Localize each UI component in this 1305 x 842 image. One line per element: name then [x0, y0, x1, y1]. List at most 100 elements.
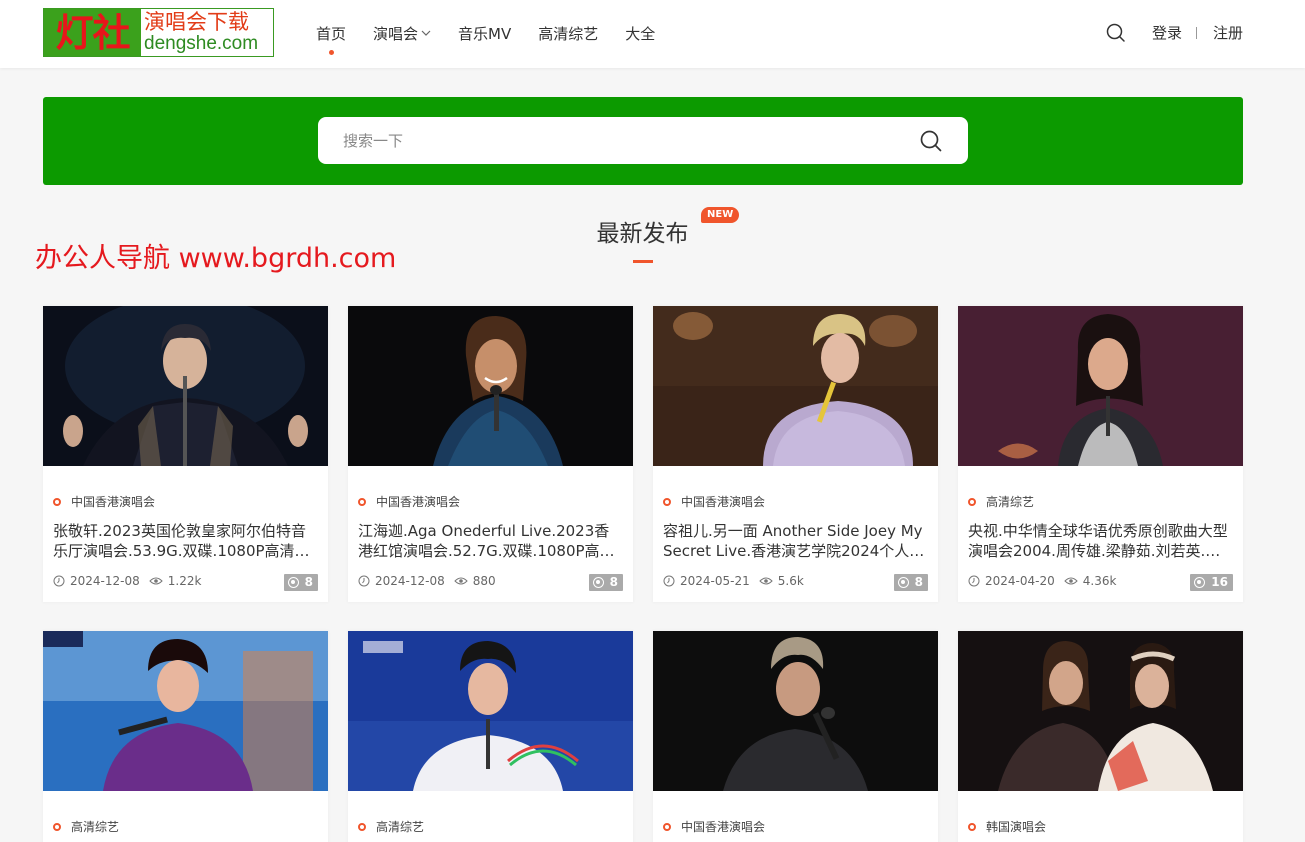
post-meta: 2024-12-08 880: [358, 574, 496, 588]
category-label: 中国香港演唱会: [71, 495, 156, 509]
post-meta: 2024-05-21 5.6k: [663, 574, 804, 588]
active-indicator: [329, 50, 334, 55]
chevron-down-icon: [421, 1, 431, 67]
views-count: 1.22k: [167, 574, 202, 588]
search-icon[interactable]: [1106, 23, 1126, 43]
eye-icon: [454, 577, 468, 585]
views-count: 880: [472, 574, 496, 588]
eye-icon: [149, 577, 163, 585]
post-card[interactable]: 中国香港演唱会 容祖儿.另一面 Another Side Joey My Sec…: [653, 306, 938, 602]
nav-item-music-mv[interactable]: 音乐MV: [458, 0, 511, 68]
post-thumbnail[interactable]: [653, 306, 938, 466]
post-card[interactable]: 高清综艺: [43, 631, 328, 842]
search-icon[interactable]: [919, 129, 943, 153]
logo-url: dengshe.com: [144, 33, 259, 54]
site-logo[interactable]: 灯社 演唱会下载 dengshe.com: [43, 8, 274, 57]
login-link[interactable]: 登录: [1152, 23, 1182, 43]
post-title[interactable]: 容祖儿.另一面 Another Side Joey My Secret Live…: [663, 521, 928, 563]
nav-item-label: 高清综艺: [538, 25, 599, 43]
logo-text-block: 演唱会下载 dengshe.com: [141, 9, 273, 56]
post-card[interactable]: 高清综艺 央视.中华情全球华语优秀原创歌曲大型演唱会2004.周传雄.梁静茹.刘…: [958, 306, 1243, 602]
category-dot-icon: [968, 497, 976, 506]
post-title[interactable]: 江海迦.Aga Onederful Live.2023香港红馆演唱会.52.7G…: [358, 521, 623, 563]
post-views: 5.6k: [759, 574, 804, 588]
post-category[interactable]: 高清综艺: [358, 818, 424, 835]
search-input[interactable]: [318, 117, 908, 164]
nav-item-label: 大全: [625, 25, 656, 43]
nav-item-label: 音乐MV: [458, 25, 512, 43]
badge-count: 16: [1211, 575, 1228, 589]
category-dot-icon: [358, 497, 366, 506]
post-card[interactable]: 中国香港演唱会 江海迦.Aga Onederful Live.2023香港红馆演…: [348, 306, 633, 602]
disc-icon: [592, 577, 604, 588]
logo-subtitle: 演唱会下载: [144, 10, 249, 34]
nav-item-label: 演唱会: [373, 25, 419, 43]
post-thumbnail[interactable]: [958, 306, 1243, 466]
views-count: 5.6k: [777, 574, 804, 588]
search-box: [318, 117, 968, 164]
clock-icon: [968, 575, 980, 587]
post-thumbnail[interactable]: [348, 306, 633, 466]
post-card[interactable]: 高清综艺: [348, 631, 633, 842]
badge-count: 8: [609, 575, 618, 589]
clock-icon: [53, 575, 65, 587]
category-dot-icon: [968, 822, 976, 831]
post-date: 2024-05-21: [680, 574, 750, 588]
post-thumbnail[interactable]: [348, 631, 633, 791]
category-label: 高清综艺: [71, 820, 120, 834]
category-label: 中国香港演唱会: [681, 495, 766, 509]
title-underline: [633, 260, 653, 263]
category-label: 高清综艺: [986, 495, 1035, 509]
post-category[interactable]: 中国香港演唱会: [358, 493, 460, 510]
post-thumbnail[interactable]: [43, 306, 328, 466]
post-category[interactable]: 韩国演唱会: [968, 818, 1046, 835]
download-count-badge: 8: [893, 574, 928, 591]
post-date: 2024-12-08: [375, 574, 445, 588]
post-card[interactable]: 中国香港演唱会 张敬轩.2023英国伦敦皇家阿尔伯特音乐厅演唱会.53.9G.双…: [43, 306, 328, 602]
search-banner: [43, 97, 1243, 185]
category-dot-icon: [53, 822, 61, 831]
category-label: 中国香港演唱会: [376, 495, 461, 509]
download-count-badge: 8: [588, 574, 623, 591]
post-views: 1.22k: [149, 574, 202, 588]
nav-item-label: 首页: [316, 25, 347, 43]
category-dot-icon: [358, 822, 366, 831]
eye-icon: [1064, 577, 1078, 585]
category-dot-icon: [663, 497, 671, 506]
post-category[interactable]: 高清综艺: [968, 493, 1034, 510]
post-thumbnail[interactable]: [43, 631, 328, 791]
post-views: 880: [454, 574, 496, 588]
watermark-text: 办公人导航 www.bgrdh.com: [35, 243, 397, 274]
new-badge: NEW: [701, 207, 740, 223]
download-count-badge: 16: [1190, 574, 1233, 591]
badge-count: 8: [304, 575, 313, 589]
nav-item-hd-variety[interactable]: 高清综艺: [538, 0, 598, 68]
divider: [1196, 27, 1197, 39]
eye-icon: [759, 577, 773, 585]
download-count-badge: 8: [283, 574, 318, 591]
category-dot-icon: [53, 497, 61, 506]
category-label: 中国香港演唱会: [681, 820, 766, 834]
post-category[interactable]: 中国香港演唱会: [663, 818, 765, 835]
post-thumbnail[interactable]: [958, 631, 1243, 791]
post-category[interactable]: 中国香港演唱会: [53, 493, 155, 510]
category-label: 高清综艺: [376, 820, 425, 834]
disc-icon: [1194, 577, 1206, 588]
clock-icon: [663, 575, 675, 587]
post-meta: 2024-04-20 4.36k: [968, 574, 1116, 588]
post-category[interactable]: 高清综艺: [53, 818, 119, 835]
views-count: 4.36k: [1082, 574, 1117, 588]
nav-item-all[interactable]: 大全: [625, 0, 655, 68]
post-thumbnail[interactable]: [653, 631, 938, 791]
nav-item-concerts[interactable]: 演唱会: [373, 0, 431, 68]
post-title[interactable]: 央视.中华情全球华语优秀原创歌曲大型演唱会2004.周传雄.梁静茹.刘若英.林忆…: [968, 521, 1233, 563]
site-header: 灯社 演唱会下载 dengshe.com 首页 演唱会 音乐MV 高清综艺 大全…: [0, 0, 1305, 68]
post-card[interactable]: 中国香港演唱会: [653, 631, 938, 842]
register-link[interactable]: 注册: [1213, 23, 1243, 43]
clock-icon: [358, 575, 370, 587]
post-card[interactable]: 韩国演唱会: [958, 631, 1243, 842]
post-category[interactable]: 中国香港演唱会: [663, 493, 765, 510]
category-dot-icon: [663, 822, 671, 831]
nav-item-home[interactable]: 首页: [316, 0, 346, 68]
post-title[interactable]: 张敬轩.2023英国伦敦皇家阿尔伯特音乐厅演唱会.53.9G.双碟.1080P高…: [53, 521, 318, 563]
